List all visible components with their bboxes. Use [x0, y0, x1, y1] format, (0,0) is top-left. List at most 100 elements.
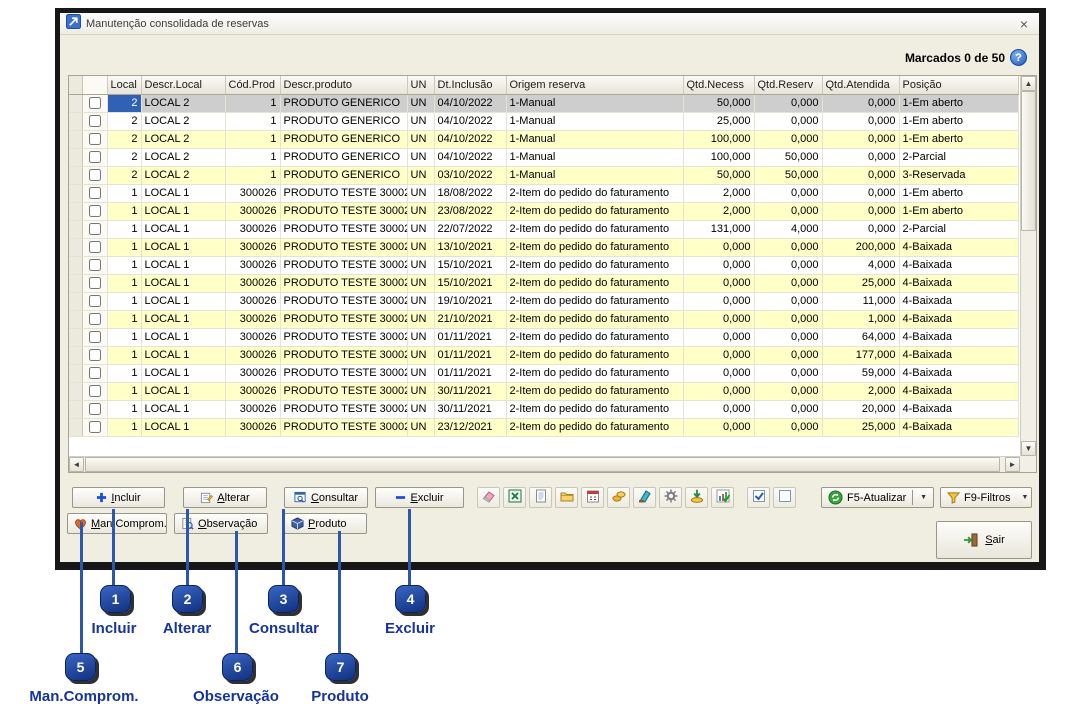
row-checkbox-cell[interactable] — [82, 238, 107, 256]
row-checkbox-cell[interactable] — [82, 256, 107, 274]
row-checkbox-cell[interactable] — [82, 274, 107, 292]
column-header[interactable]: Origem reserva — [506, 76, 683, 94]
row-checkbox[interactable] — [89, 259, 101, 271]
row-checkbox[interactable] — [89, 403, 101, 415]
vertical-scroll-thumb[interactable] — [1021, 91, 1036, 231]
column-header[interactable]: Qtd.Necess — [683, 76, 754, 94]
row-checkbox-cell[interactable] — [82, 184, 107, 202]
horizontal-scrollbar[interactable]: ◄ ► — [69, 456, 1020, 472]
calendar-button[interactable] — [581, 487, 604, 508]
row-checkbox[interactable] — [89, 151, 101, 163]
row-checkbox[interactable] — [89, 133, 101, 145]
column-header[interactable]: Local — [107, 76, 141, 94]
excel-export-button[interactable] — [503, 487, 526, 508]
row-checkbox-cell[interactable] — [82, 130, 107, 148]
f9-dropdown-icon[interactable]: ▼ — [1018, 494, 1028, 501]
row-checkbox-cell[interactable] — [82, 166, 107, 184]
row-checkbox[interactable] — [89, 367, 101, 379]
column-header[interactable]: Qtd.Atendida — [822, 76, 899, 94]
coins-button[interactable] — [607, 487, 630, 508]
check-all-button[interactable] — [747, 487, 770, 508]
row-checkbox[interactable] — [89, 115, 101, 127]
vertical-scrollbar[interactable]: ▲ ▼ — [1020, 76, 1036, 456]
row-checkbox-cell[interactable] — [82, 220, 107, 238]
uncheck-all-button[interactable] — [773, 487, 796, 508]
document-button[interactable] — [529, 487, 552, 508]
f5-dropdown-icon[interactable]: ▼ — [917, 494, 927, 501]
table-row[interactable]: 1LOCAL 1300026PRODUTO TESTE 300026UN22/0… — [69, 220, 1018, 238]
scroll-down-icon[interactable]: ▼ — [1021, 441, 1036, 456]
table-row[interactable]: 2LOCAL 21PRODUTO GENERICOUN04/10/20221-M… — [69, 94, 1018, 112]
consultar-button[interactable]: Consultar — [284, 487, 368, 508]
row-checkbox-cell[interactable] — [82, 364, 107, 382]
observacao-button[interactable]: Observação — [174, 513, 268, 534]
row-checkbox-cell[interactable] — [82, 94, 107, 112]
table-row[interactable]: 2LOCAL 21PRODUTO GENERICOUN03/10/20221-M… — [69, 166, 1018, 184]
row-checkbox-cell[interactable] — [82, 202, 107, 220]
excluir-button[interactable]: Excluir — [375, 487, 464, 508]
table-row[interactable]: 1LOCAL 1300026PRODUTO TESTE 300026UN19/1… — [69, 292, 1018, 310]
row-checkbox[interactable] — [89, 97, 101, 109]
table-row[interactable]: 1LOCAL 1300026PRODUTO TESTE 300026UN01/1… — [69, 364, 1018, 382]
table-row[interactable]: 2LOCAL 21PRODUTO GENERICOUN04/10/20221-M… — [69, 130, 1018, 148]
incluir-button[interactable]: Incluir — [72, 487, 165, 508]
folder-open-button[interactable] — [555, 487, 578, 508]
row-checkbox-cell[interactable] — [82, 112, 107, 130]
row-checkbox[interactable] — [89, 349, 101, 361]
help-icon[interactable]: ? — [1010, 49, 1027, 66]
table-row[interactable]: 1LOCAL 1300026PRODUTO TESTE 300026UN30/1… — [69, 382, 1018, 400]
scroll-right-icon[interactable]: ► — [1005, 457, 1020, 472]
table-row[interactable]: 1LOCAL 1300026PRODUTO TESTE 300026UN23/0… — [69, 202, 1018, 220]
scroll-left-icon[interactable]: ◄ — [69, 457, 84, 472]
column-header[interactable]: Dt.Inclusão — [434, 76, 506, 94]
row-checkbox[interactable] — [89, 313, 101, 325]
row-checkbox[interactable] — [89, 187, 101, 199]
row-checkbox-cell[interactable] — [82, 310, 107, 328]
row-checkbox-cell[interactable] — [82, 328, 107, 346]
produto-button[interactable]: Produto — [284, 513, 367, 534]
paint-button[interactable] — [633, 487, 656, 508]
gear-button[interactable] — [659, 487, 682, 508]
row-checkbox-cell[interactable] — [82, 418, 107, 436]
horizontal-scroll-thumb[interactable] — [85, 457, 1000, 472]
table-row[interactable]: 1LOCAL 1300026PRODUTO TESTE 300026UN30/1… — [69, 400, 1018, 418]
column-header[interactable]: UN — [407, 76, 434, 94]
f9-filtros-button[interactable]: F9-Filtros ▼ — [940, 487, 1032, 508]
row-checkbox-cell[interactable] — [82, 382, 107, 400]
column-header[interactable]: Qtd.Reserv — [754, 76, 822, 94]
column-header[interactable]: Cód.Prod — [225, 76, 280, 94]
money-receive-button[interactable] — [685, 487, 708, 508]
table-row[interactable]: 1LOCAL 1300026PRODUTO TESTE 300026UN01/1… — [69, 346, 1018, 364]
table-row[interactable]: 2LOCAL 21PRODUTO GENERICOUN04/10/20221-M… — [69, 112, 1018, 130]
row-checkbox[interactable] — [89, 277, 101, 289]
row-checkbox[interactable] — [89, 385, 101, 397]
chart-check-button[interactable] — [711, 487, 734, 508]
row-checkbox-cell[interactable] — [82, 400, 107, 418]
table-row[interactable]: 2LOCAL 21PRODUTO GENERICOUN04/10/20221-M… — [69, 148, 1018, 166]
alterar-button[interactable]: Alterar — [183, 487, 267, 508]
table-row[interactable]: 1LOCAL 1300026PRODUTO TESTE 300026UN18/0… — [69, 184, 1018, 202]
row-checkbox[interactable] — [89, 295, 101, 307]
table-row[interactable]: 1LOCAL 1300026PRODUTO TESTE 300026UN15/1… — [69, 274, 1018, 292]
row-checkbox[interactable] — [89, 331, 101, 343]
row-checkbox[interactable] — [89, 421, 101, 433]
table-row[interactable]: 1LOCAL 1300026PRODUTO TESTE 300026UN15/1… — [69, 256, 1018, 274]
row-checkbox-cell[interactable] — [82, 148, 107, 166]
row-checkbox[interactable] — [89, 241, 101, 253]
table-row[interactable]: 1LOCAL 1300026PRODUTO TESTE 300026UN13/1… — [69, 238, 1018, 256]
column-header[interactable]: Descr.Local — [141, 76, 225, 94]
row-checkbox-cell[interactable] — [82, 346, 107, 364]
close-button[interactable]: × — [1015, 16, 1033, 32]
eraser-button[interactable] — [477, 487, 500, 508]
scroll-up-icon[interactable]: ▲ — [1021, 76, 1036, 91]
f5-atualizar-button[interactable]: F5-Atualizar ▼ — [821, 487, 934, 508]
table-row[interactable]: 1LOCAL 1300026PRODUTO TESTE 300026UN21/1… — [69, 310, 1018, 328]
row-checkbox-cell[interactable] — [82, 292, 107, 310]
table-row[interactable]: 1LOCAL 1300026PRODUTO TESTE 300026UN01/1… — [69, 328, 1018, 346]
row-checkbox[interactable] — [89, 169, 101, 181]
row-checkbox[interactable] — [89, 223, 101, 235]
row-checkbox[interactable] — [89, 205, 101, 217]
column-header[interactable]: Posição — [899, 76, 1018, 94]
table-row[interactable]: 1LOCAL 1300026PRODUTO TESTE 300026UN23/1… — [69, 418, 1018, 436]
column-header[interactable]: Descr.produto — [280, 76, 407, 94]
